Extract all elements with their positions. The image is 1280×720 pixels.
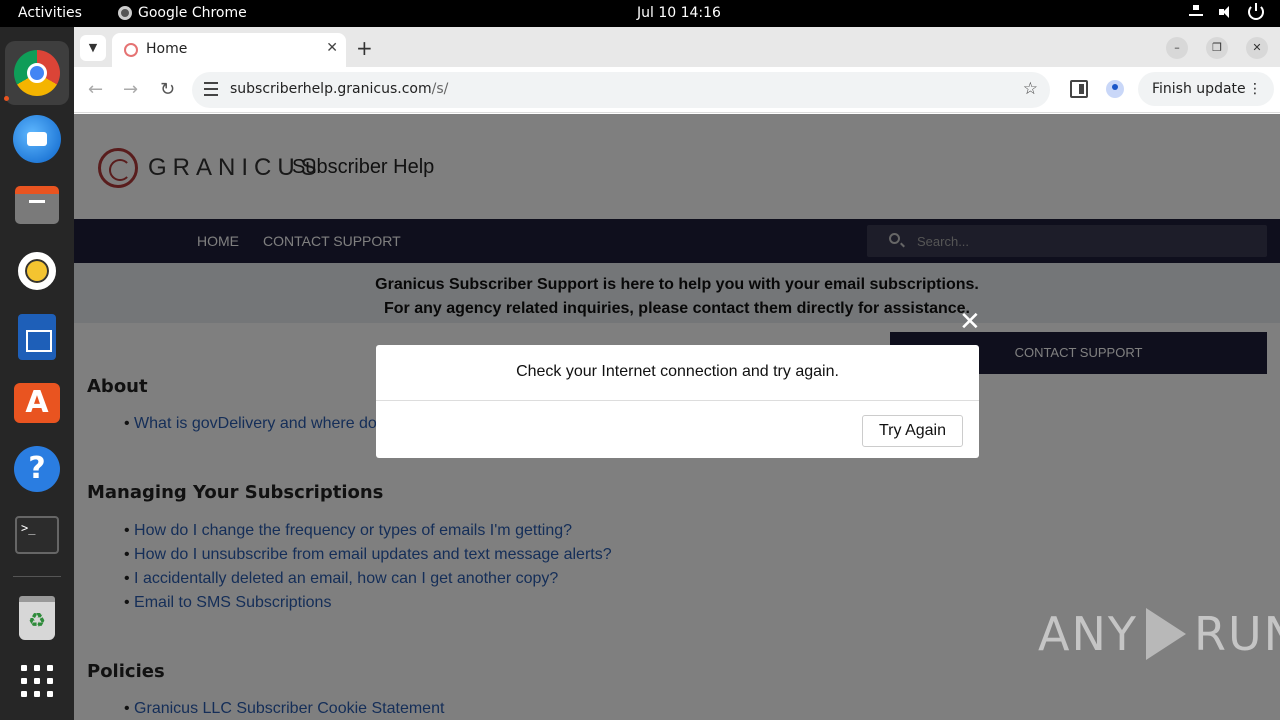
clock-date: Jul 10 [637,5,677,21]
dock-writer[interactable] [11,311,63,363]
network-icon[interactable] [1188,4,1204,20]
tab-strip: ▼ Home ✕ + – ❐ ✕ [74,27,1280,67]
close-icon[interactable]: ✕ [959,307,981,337]
back-icon[interactable]: ← [88,79,103,100]
new-tab-icon[interactable]: + [356,36,373,60]
power-icon[interactable] [1248,3,1264,20]
connection-error-dialog: Check your Internet connection and try a… [376,345,979,458]
more-menu-icon[interactable]: ⋮ [1248,72,1262,106]
system-top-bar: Activities Google Chrome Jul 10 14:16 [0,0,1280,27]
running-indicator [4,96,9,101]
dock-thunderbird[interactable] [11,113,63,165]
files-icon [15,186,59,224]
watermark-right: RUN [1193,607,1280,661]
url-host: subscriberhelp.granicus.com [230,81,432,97]
app-grid-icon [21,665,53,697]
tab-search-button[interactable]: ▼ [80,35,106,61]
terminal-icon: >_ [15,516,59,554]
dock-chrome[interactable] [5,41,69,105]
rhythmbox-icon [18,252,56,290]
app-center-icon: A [14,383,60,423]
chrome-icon [14,50,60,96]
bookmark-star-icon[interactable]: ☆ [1023,79,1038,99]
app-menu[interactable]: Google Chrome [118,5,247,21]
finish-update-label: Finish update [1152,81,1246,97]
clock[interactable]: Jul 10 14:16 [637,5,721,21]
system-tray[interactable] [1188,3,1264,20]
trash-icon: ♻ [19,596,55,640]
dock-app-center[interactable]: A [11,377,63,429]
watermark-left: ANY [1038,607,1138,661]
dock: A ? >_ ♻ [0,27,74,720]
close-window-icon[interactable]: ✕ [1246,37,1268,59]
play-icon [1145,608,1186,660]
anyrun-watermark: ANY RUN [1038,607,1280,661]
app-name: Google Chrome [138,5,247,21]
url-text[interactable]: subscriberhelp.granicus.com/s/ [230,81,448,97]
clock-time: 14:16 [680,5,721,21]
dock-rhythmbox[interactable] [11,245,63,297]
restore-icon[interactable]: ❐ [1206,37,1228,59]
url-path: /s/ [431,81,449,97]
site-info-icon[interactable] [204,82,218,96]
browser-window: ▼ Home ✕ + – ❐ ✕ ← → ↻ subscriberhelp.gr… [74,27,1280,720]
side-panel-icon[interactable] [1070,80,1088,98]
writer-icon [18,314,56,360]
chrome-icon [118,6,132,20]
granicus-favicon-icon [124,43,138,57]
address-bar[interactable]: subscriberhelp.granicus.com/s/ ☆ [192,72,1050,108]
close-tab-icon[interactable]: ✕ [326,40,338,56]
profile-avatar-icon[interactable] [1106,80,1124,98]
forward-icon[interactable]: → [123,79,138,100]
dialog-message: Check your Internet connection and try a… [376,345,979,401]
minimize-icon[interactable]: – [1166,37,1188,59]
dock-show-apps[interactable] [11,655,63,707]
reload-icon[interactable]: ↻ [160,79,175,100]
thunderbird-icon [13,115,61,163]
finish-update-button[interactable]: Finish update ⋮ [1138,72,1274,106]
browser-toolbar: ← → ↻ subscriberhelp.granicus.com/s/ ☆ F… [74,67,1280,113]
help-icon: ? [14,446,60,492]
activities-button[interactable]: Activities [18,5,82,21]
volume-icon[interactable] [1218,4,1234,20]
dock-terminal[interactable]: >_ [11,509,63,561]
dock-help[interactable]: ? [11,443,63,495]
tab-title: Home [146,41,188,57]
try-again-button[interactable]: Try Again [862,415,963,447]
web-page: GRANICUS Subscriber Help HOME CONTACT SU… [74,114,1280,720]
dock-files[interactable] [11,179,63,231]
dock-separator [13,576,61,577]
dock-trash[interactable]: ♻ [11,592,63,644]
chevron-down-icon: ▼ [88,41,98,54]
tab-home[interactable]: Home ✕ [112,33,346,67]
